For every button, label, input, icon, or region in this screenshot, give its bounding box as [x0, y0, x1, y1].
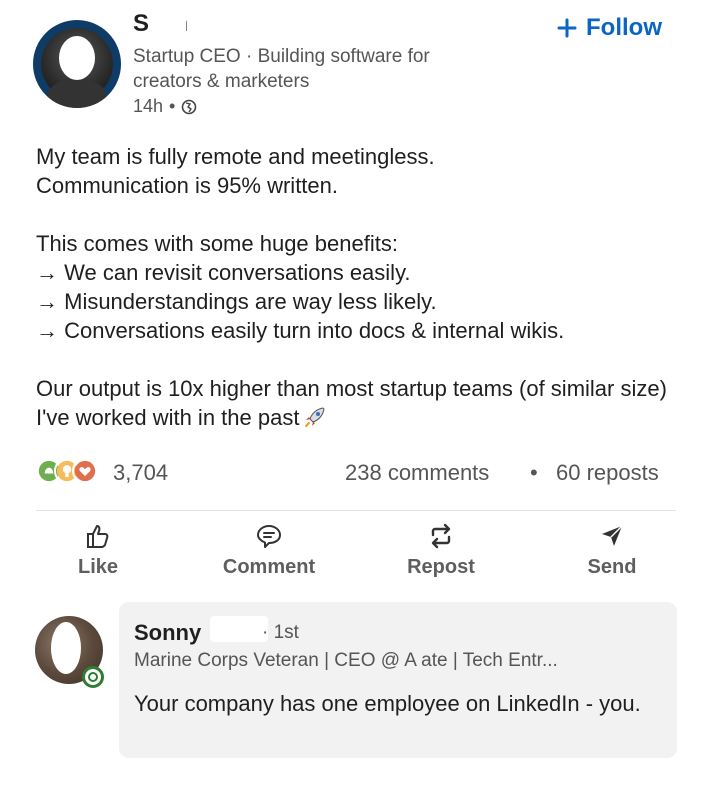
- send-button[interactable]: Send: [542, 522, 682, 579]
- post-bullet: → We can revisit conversations easily.: [36, 260, 411, 285]
- post-text-line: Communication is 95% written.: [36, 173, 339, 198]
- comments-count[interactable]: 238 comments: [345, 460, 489, 486]
- send-icon: [602, 525, 623, 546]
- post-conclusion-text: Our output is 10x higher than most start…: [36, 376, 667, 430]
- post-text-line: My team is fully remote and meetingless.: [36, 144, 435, 169]
- count-separator: •: [530, 460, 538, 485]
- connection-degree: · 1st: [262, 622, 299, 643]
- reaction-count[interactable]: 3,704: [113, 460, 168, 486]
- online-status-icon: [82, 666, 104, 688]
- love-reaction-icon: [72, 458, 98, 484]
- post-timestamp-row: 14h •: [133, 96, 197, 117]
- author-name-redaction: [150, 12, 186, 34]
- actions-divider: [36, 510, 676, 511]
- send-label: Send: [587, 556, 637, 578]
- comment-bubble: [119, 602, 677, 758]
- repost-button[interactable]: Repost: [371, 522, 511, 579]
- follow-label: Follow: [586, 14, 662, 41]
- like-label: Like: [77, 556, 119, 578]
- repost-label: Repost: [407, 556, 475, 578]
- comment-button[interactable]: Comment: [199, 522, 339, 579]
- plus-icon: [557, 18, 577, 38]
- author-face-redaction: [59, 36, 95, 80]
- author-headline: Startup CEO · Building software for crea…: [133, 46, 430, 92]
- like-button[interactable]: Like: [28, 522, 168, 579]
- time-separator: •: [169, 96, 176, 116]
- commenter-name[interactable]: Sonny: [134, 620, 201, 646]
- commenter-face-redaction: [51, 622, 81, 674]
- post-body: My team is fully remote and meetingless.…: [36, 142, 676, 432]
- comment-icon: [257, 525, 281, 548]
- commenter-headline: Marine Corps Veteran | CEO @ A ate | Tec…: [134, 650, 558, 671]
- repost-icon: [431, 523, 451, 549]
- post-bullet: → Conversations easily turn into docs & …: [36, 318, 565, 343]
- author-avatar[interactable]: [33, 20, 121, 108]
- post-time: 14h: [133, 96, 164, 116]
- commenter-name-redaction: [210, 616, 268, 642]
- post-bullet: → Misunderstandings are way less likely.: [36, 289, 437, 314]
- post-text-paragraph: Our output is 10x higher than most start…: [36, 374, 676, 432]
- reposts-count[interactable]: 60 reposts: [556, 460, 659, 486]
- globe-icon: [182, 99, 197, 114]
- reactions-icons[interactable]: [36, 458, 98, 484]
- post-text-line: This comes with some huge benefits:: [36, 231, 398, 256]
- like-icon: [87, 525, 109, 548]
- comment-text: Your company has one employee on LinkedI…: [134, 691, 641, 716]
- follow-button[interactable]: Follow: [556, 14, 662, 42]
- rocket-icon: [305, 407, 325, 427]
- comment-label: Comment: [222, 556, 316, 578]
